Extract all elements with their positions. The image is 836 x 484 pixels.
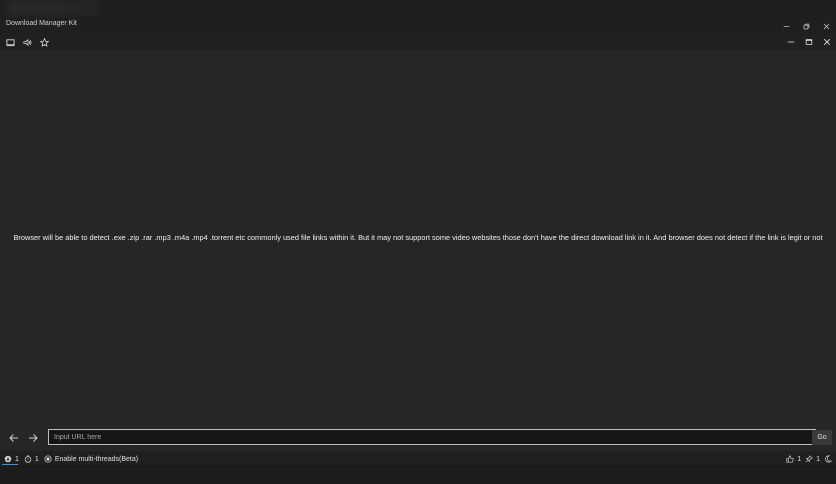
restore-icon bbox=[803, 23, 809, 29]
multithread-label[interactable]: Enable multi-threads(Beta) bbox=[55, 456, 138, 463]
toolbar-icons bbox=[2, 34, 53, 50]
info-message: Browser will be able to detect .exe .zip… bbox=[13, 233, 823, 242]
favorite-button[interactable] bbox=[36, 34, 53, 50]
speaker-icon bbox=[23, 38, 32, 46]
back-button[interactable] bbox=[7, 431, 21, 445]
timer-icon[interactable] bbox=[24, 455, 32, 463]
go-button[interactable]: Go bbox=[812, 430, 832, 445]
downloads-count: 1 bbox=[15, 455, 19, 463]
timer-count: 1 bbox=[34, 455, 39, 463]
moon-icon[interactable] bbox=[824, 455, 832, 463]
bottom-strip bbox=[0, 465, 836, 484]
url-bar: Go bbox=[0, 428, 836, 448]
multithread-toggle-icon[interactable] bbox=[44, 455, 52, 463]
inner-close-button[interactable] bbox=[818, 34, 836, 50]
screen-icon bbox=[6, 38, 15, 46]
speaker-button[interactable] bbox=[19, 34, 36, 50]
browser-content: Browser will be able to detect .exe .zip… bbox=[0, 50, 836, 424]
url-input[interactable] bbox=[48, 429, 816, 445]
close-icon bbox=[823, 23, 829, 29]
inner-minimize-button[interactable] bbox=[782, 34, 800, 50]
star-icon bbox=[40, 37, 49, 47]
arrow-right-icon bbox=[29, 434, 38, 442]
likes-count: 1 bbox=[797, 455, 802, 463]
maximize-icon bbox=[805, 39, 813, 45]
download-globe-icon[interactable] bbox=[4, 455, 12, 463]
blurred-region bbox=[8, 0, 98, 16]
toolbar bbox=[0, 34, 836, 50]
screen-button[interactable] bbox=[2, 34, 19, 50]
pin-icon[interactable] bbox=[805, 455, 813, 463]
app-title: Download Manager Kit bbox=[6, 20, 77, 27]
status-bar: 1 1 Enable multi-threads(Beta) 1 1 bbox=[0, 451, 836, 466]
top-strip bbox=[0, 0, 836, 18]
status-left: 1 1 Enable multi-threads(Beta) bbox=[4, 453, 138, 465]
arrow-left-icon bbox=[9, 434, 18, 442]
thumbs-up-icon[interactable] bbox=[786, 455, 794, 463]
window-close-button[interactable] bbox=[816, 18, 836, 34]
title-bar: Download Manager Kit bbox=[0, 18, 836, 34]
inner-window-controls bbox=[782, 34, 836, 50]
window-minimize-button[interactable] bbox=[776, 18, 796, 34]
pins-count: 1 bbox=[816, 455, 820, 463]
minimize-icon bbox=[787, 41, 795, 43]
forward-button[interactable] bbox=[26, 431, 40, 445]
app-window: Download Manager Kit Browser will be abl… bbox=[0, 0, 836, 484]
window-restore-button[interactable] bbox=[796, 18, 816, 34]
close-icon bbox=[823, 38, 831, 46]
inner-maximize-button[interactable] bbox=[800, 34, 818, 50]
window-controls bbox=[776, 18, 836, 34]
minimize-icon bbox=[783, 25, 789, 27]
status-right: 1 1 bbox=[786, 453, 832, 465]
